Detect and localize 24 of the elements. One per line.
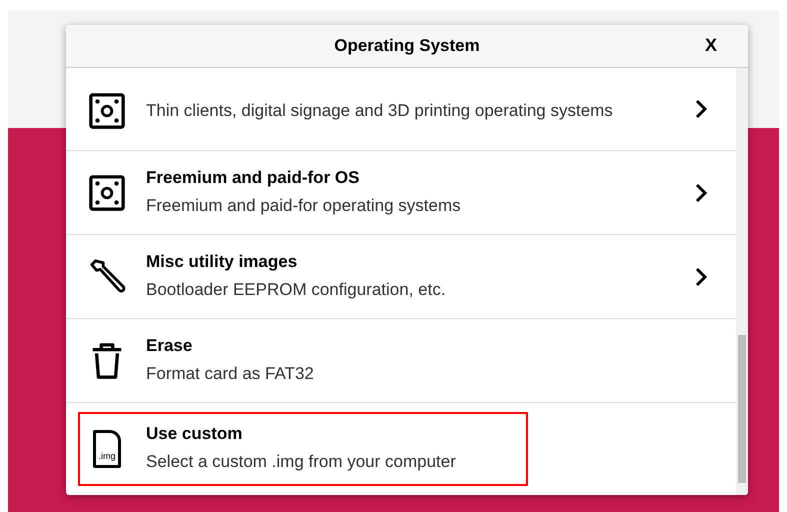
os-list-item[interactable]: Thin clients, digital signage and 3D printing operating systems bbox=[78, 70, 674, 148]
item-title: Misc utility images bbox=[146, 252, 298, 272]
item-description: Select a custom .img from your computer bbox=[146, 451, 456, 473]
image-file-icon: .img bbox=[93, 430, 121, 468]
os-list-item[interactable]: Misc utility images Bootloader EEPROM configuration, etc. bbox=[78, 240, 674, 314]
item-description: Bootloader EEPROM configuration, etc. bbox=[146, 278, 446, 300]
item-title: Use custom bbox=[146, 424, 244, 444]
board-icon bbox=[88, 174, 126, 212]
scrollbar-thumb[interactable] bbox=[738, 335, 746, 483]
os-list-item[interactable]: .img Use custom Select a custom .img from your computer bbox=[78, 412, 528, 486]
item-description: Freemium and paid-for operating systems bbox=[146, 194, 461, 216]
board-icon bbox=[88, 92, 126, 130]
dialog-title: Operating System bbox=[334, 36, 480, 56]
chevron-right-icon[interactable] bbox=[694, 98, 708, 120]
chevron-right-icon[interactable] bbox=[694, 182, 708, 204]
wrench-icon bbox=[88, 258, 126, 296]
os-list-item[interactable]: Freemium and paid-for OS Freemium and paid-for operating systems bbox=[78, 156, 674, 230]
os-list-item[interactable]: Erase Format card as FAT32 bbox=[78, 324, 688, 398]
close-button[interactable]: X bbox=[702, 35, 720, 56]
item-title: Erase bbox=[146, 336, 194, 356]
item-title: Freemium and paid-for OS bbox=[146, 168, 360, 188]
item-description: Thin clients, digital signage and 3D printing operating systems bbox=[146, 100, 613, 122]
item-description: Format card as FAT32 bbox=[146, 362, 314, 384]
chevron-right-icon[interactable] bbox=[694, 266, 708, 288]
